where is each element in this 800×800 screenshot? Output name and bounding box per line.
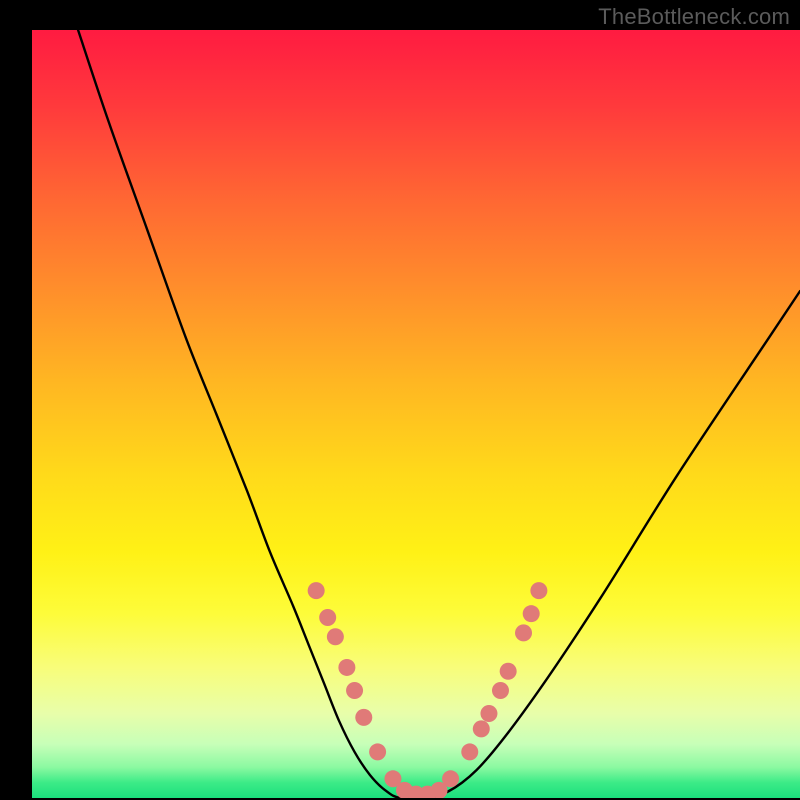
highlight-dot — [442, 770, 459, 787]
highlight-dot — [338, 659, 355, 676]
highlight-dot — [473, 720, 490, 737]
highlight-dot — [523, 605, 540, 622]
chart-frame: TheBottleneck.com — [0, 0, 800, 800]
highlight-dot — [308, 582, 325, 599]
plot-area — [32, 30, 800, 798]
highlight-dot — [530, 582, 547, 599]
highlight-dots — [308, 582, 548, 798]
highlight-dot — [346, 682, 363, 699]
highlight-dot — [355, 709, 372, 726]
highlight-dot — [369, 743, 386, 760]
watermark-text: TheBottleneck.com — [598, 4, 790, 30]
highlight-dot — [480, 705, 497, 722]
highlight-dot — [500, 663, 517, 680]
highlight-dot — [319, 609, 336, 626]
bottleneck-curve — [78, 30, 800, 798]
highlight-dot — [492, 682, 509, 699]
highlight-dot — [515, 624, 532, 641]
highlight-dot — [327, 628, 344, 645]
highlight-dot — [461, 743, 478, 760]
curve-layer — [32, 30, 800, 798]
